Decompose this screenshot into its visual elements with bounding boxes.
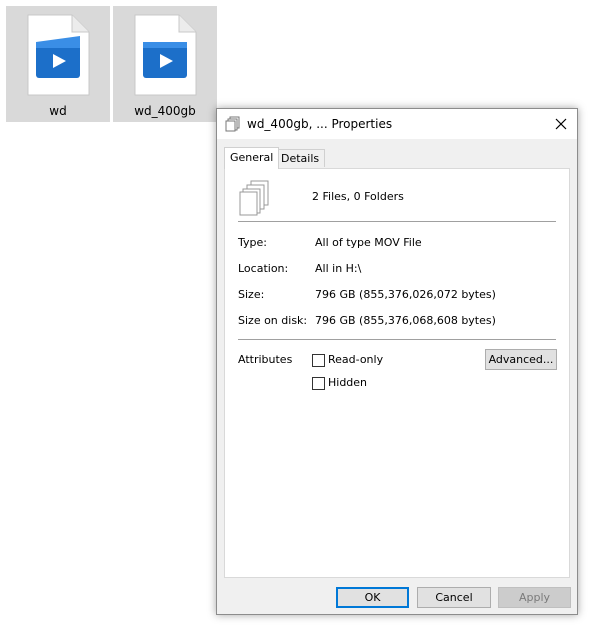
title-bar[interactable]: wd_400gb, ... Properties: [217, 109, 577, 139]
readonly-label[interactable]: Read-only: [328, 353, 383, 366]
separator: [238, 339, 556, 340]
video-file-icon: [27, 14, 90, 96]
readonly-checkbox[interactable]: [312, 354, 325, 367]
type-label: Type:: [238, 236, 267, 249]
cancel-button[interactable]: Cancel: [417, 587, 491, 608]
attributes-label: Attributes: [238, 353, 293, 366]
tab-details[interactable]: Details: [275, 149, 326, 167]
file-name: wd_400gb: [134, 104, 196, 118]
advanced-button[interactable]: Advanced...: [485, 349, 557, 370]
size-label: Size:: [238, 288, 265, 301]
dialog-title: wd_400gb, ... Properties: [247, 117, 393, 131]
file-name: wd: [49, 104, 67, 118]
apply-button[interactable]: Apply: [498, 587, 571, 608]
location-value: All in H:\: [315, 262, 362, 275]
hidden-checkbox[interactable]: [312, 377, 325, 390]
general-panel: 2 Files, 0 Folders Type: All of type MOV…: [224, 168, 570, 578]
size-on-disk-value: 796 GB (855,376,068,608 bytes): [315, 314, 496, 327]
hidden-label[interactable]: Hidden: [328, 376, 367, 389]
ok-button[interactable]: OK: [336, 587, 409, 608]
close-icon: [555, 118, 567, 130]
file-tile-wd-400gb[interactable]: wd_400gb: [113, 6, 217, 122]
separator: [238, 221, 556, 222]
properties-dialog: wd_400gb, ... Properties General Details…: [216, 108, 578, 615]
size-value: 796 GB (855,376,026,072 bytes): [315, 288, 496, 301]
type-value: All of type MOV File: [315, 236, 422, 249]
selection-summary: 2 Files, 0 Folders: [312, 190, 404, 203]
multiple-files-icon: [239, 180, 269, 216]
size-on-disk-label: Size on disk:: [238, 314, 308, 327]
multiple-files-icon: [225, 116, 240, 132]
tab-general[interactable]: General: [224, 147, 280, 169]
location-label: Location:: [238, 262, 289, 275]
file-tile-wd[interactable]: wd: [6, 6, 110, 122]
video-file-icon: [134, 14, 197, 96]
close-button[interactable]: [545, 109, 577, 139]
